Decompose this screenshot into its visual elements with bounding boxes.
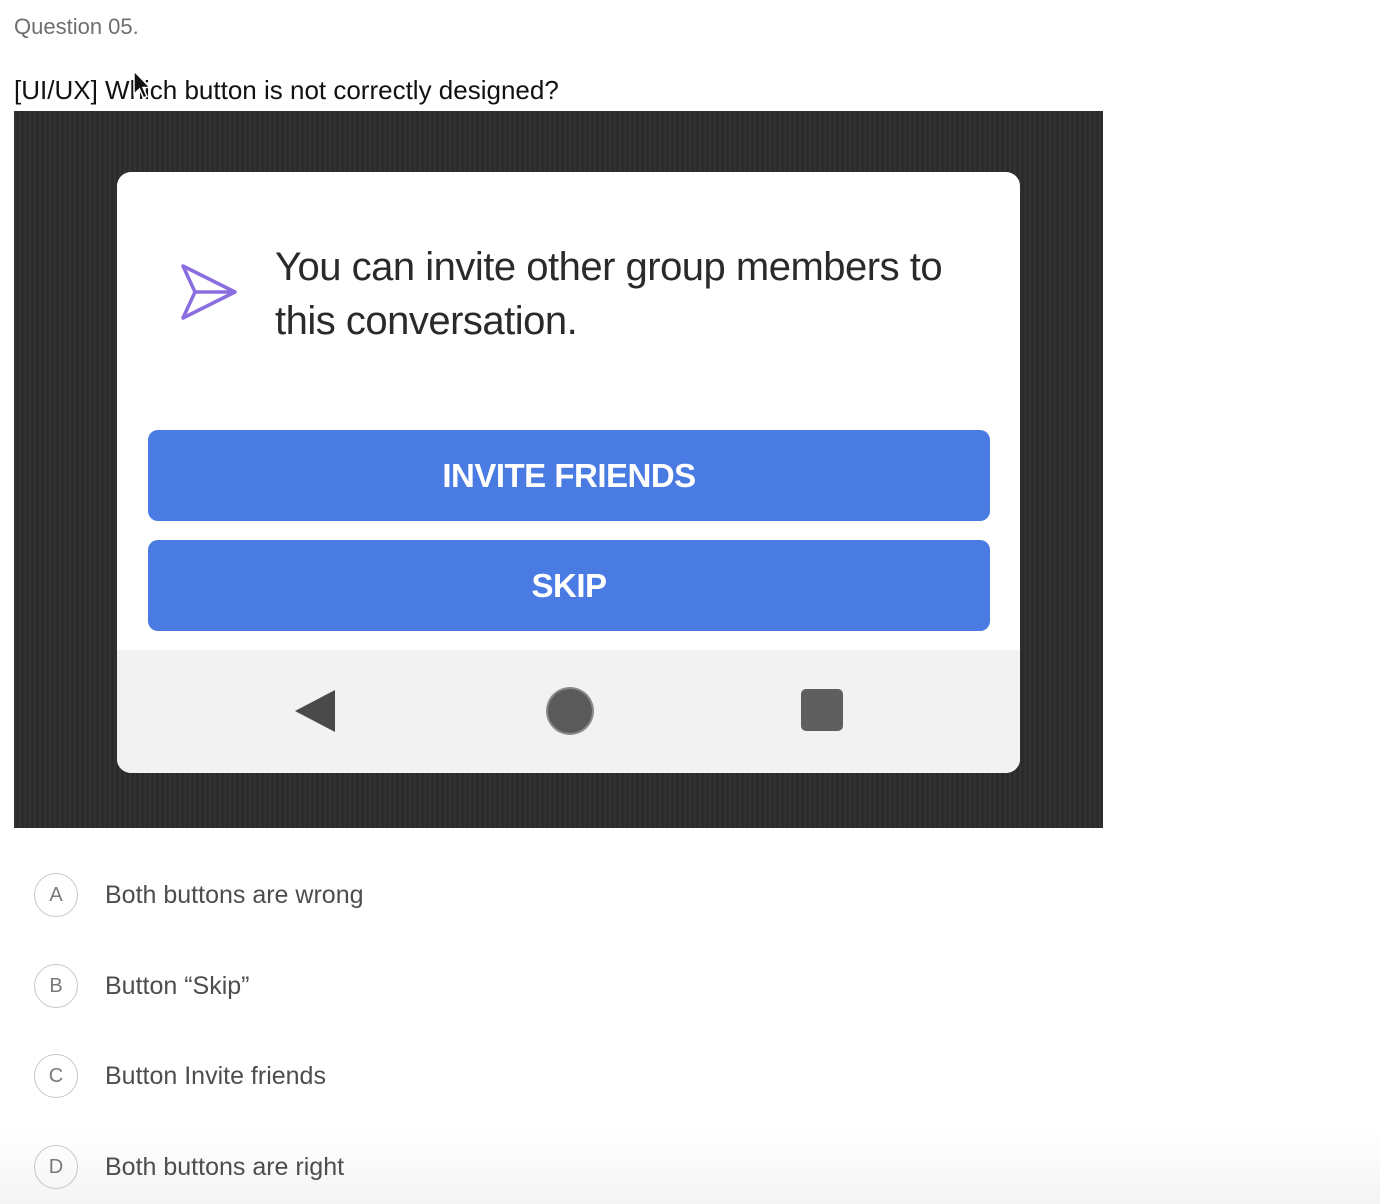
home-icon xyxy=(548,689,592,733)
option-b-letter[interactable]: B xyxy=(34,964,78,1008)
option-a-label: Both buttons are wrong xyxy=(105,880,364,909)
invite-friends-button: INVITE FRIENDS xyxy=(148,430,990,521)
question-image: You can invite other group members to th… xyxy=(14,111,1103,828)
android-nav-bar xyxy=(117,650,1020,773)
option-a-letter[interactable]: A xyxy=(34,873,78,917)
question-text: [UI/UX] Which button is not correctly de… xyxy=(14,75,559,105)
option-c[interactable]: C Button Invite friends xyxy=(34,1053,326,1099)
option-b[interactable]: B Button “Skip” xyxy=(34,963,250,1009)
option-d[interactable]: D Both buttons are right xyxy=(34,1144,344,1190)
dialog-message: You can invite other group members to th… xyxy=(275,245,943,343)
send-icon xyxy=(181,264,237,320)
quiz-page: Question 05. [UI/UX] Which button is not… xyxy=(0,0,1380,1204)
option-a[interactable]: A Both buttons are wrong xyxy=(34,872,364,918)
option-b-label: Button “Skip” xyxy=(105,971,250,1000)
recent-apps-icon xyxy=(801,689,843,731)
option-c-letter[interactable]: C xyxy=(34,1054,78,1098)
question-number: Question 05. xyxy=(14,14,139,39)
invite-dialog: You can invite other group members to th… xyxy=(117,172,1020,773)
option-c-label: Button Invite friends xyxy=(105,1061,326,1090)
skip-button: SKIP xyxy=(148,540,990,631)
mouse-cursor-icon xyxy=(133,70,152,99)
back-icon xyxy=(295,690,335,732)
option-d-letter[interactable]: D xyxy=(34,1145,78,1189)
option-d-label: Both buttons are right xyxy=(105,1152,345,1181)
